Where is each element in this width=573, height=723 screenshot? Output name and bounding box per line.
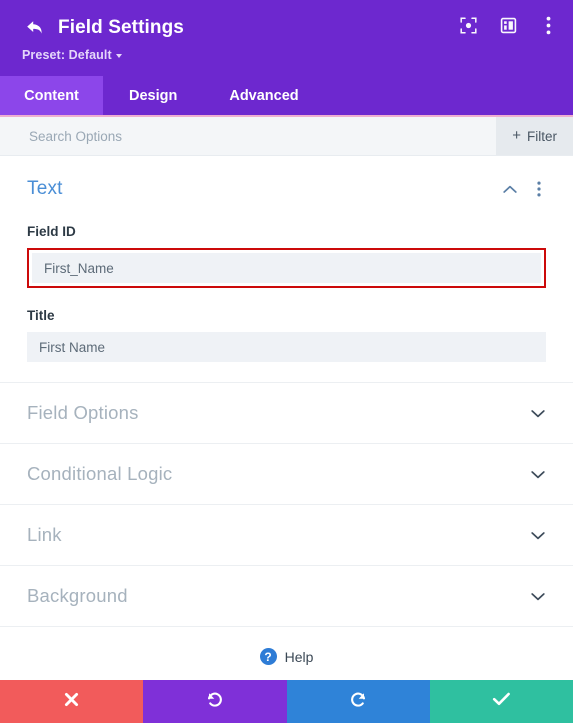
field-id-group: Field ID First_Name (27, 224, 546, 288)
undo-arrow-icon (205, 690, 224, 714)
filter-button-label: Filter (527, 128, 557, 144)
accordion-label: Link (27, 524, 62, 545)
accordion-label: Field Options (27, 402, 139, 423)
accordion-link[interactable]: Link (0, 504, 573, 565)
text-section-header: Text (27, 178, 546, 200)
filter-button[interactable]: + Filter (496, 117, 573, 155)
redo-button[interactable] (286, 680, 430, 723)
cancel-button[interactable] (0, 680, 144, 723)
text-section: Text Field ID First_Name Title First Nam… (0, 156, 573, 362)
section-controls (502, 180, 546, 198)
accordion-label: Conditional Logic (27, 463, 173, 484)
checkmark-icon (492, 691, 511, 712)
accordion-background[interactable]: Background (0, 565, 573, 626)
tab-content[interactable]: Content (0, 76, 103, 115)
tab-design[interactable]: Design (103, 76, 203, 115)
chevron-down-icon[interactable] (530, 588, 546, 604)
search-bar: + Filter (0, 117, 573, 156)
accordion-label: Background (27, 585, 128, 606)
title-label: Title (27, 308, 55, 323)
field-id-label: Field ID (27, 224, 76, 239)
plus-icon: + (512, 127, 521, 144)
layout-columns-icon[interactable] (497, 14, 519, 36)
chevron-down-icon[interactable] (530, 466, 546, 482)
modal-header: Field Settings Preset: Default (0, 0, 573, 76)
close-x-icon (63, 691, 80, 713)
section-menu-icon[interactable] (532, 180, 546, 198)
redo-arrow-icon (349, 690, 368, 714)
help-label: Help (284, 648, 314, 665)
title-input[interactable]: First Name (27, 332, 546, 362)
search-input[interactable] (0, 117, 497, 155)
preset-label: Preset: Default (22, 48, 112, 62)
question-mark-icon: ? (259, 648, 277, 665)
undo-button[interactable] (143, 680, 287, 723)
tab-bar: Content Design Advanced (0, 76, 573, 117)
focus-frame-icon[interactable] (457, 14, 479, 36)
field-settings-modal: Field Settings Preset: Default Content D… (0, 0, 573, 723)
chevron-down-icon[interactable] (530, 527, 546, 543)
preset-selector[interactable]: Preset: Default (22, 48, 122, 62)
field-id-highlight: First_Name (27, 248, 546, 288)
action-bar (0, 680, 573, 723)
title-group: Title First Name (27, 308, 546, 362)
tab-advanced[interactable]: Advanced (203, 76, 324, 115)
settings-content: Text Field ID First_Name Title First Nam… (0, 156, 573, 680)
chevron-down-icon (115, 54, 122, 58)
vertical-dots-icon[interactable] (537, 14, 559, 36)
help-link[interactable]: ? Help (0, 626, 573, 665)
chevron-down-icon[interactable] (530, 405, 546, 421)
accordion-field-options[interactable]: Field Options (0, 382, 573, 443)
accordion-list: Field Options Conditional Logic Link Bac… (0, 382, 573, 626)
section-title: Text (27, 178, 63, 199)
page-title: Field Settings (58, 17, 184, 38)
back-arrow-icon[interactable] (22, 15, 48, 41)
save-button[interactable] (429, 680, 573, 723)
chevron-up-icon[interactable] (502, 181, 518, 197)
field-id-input[interactable]: First_Name (32, 253, 541, 283)
header-icon-group (457, 14, 559, 36)
accordion-conditional-logic[interactable]: Conditional Logic (0, 443, 573, 504)
